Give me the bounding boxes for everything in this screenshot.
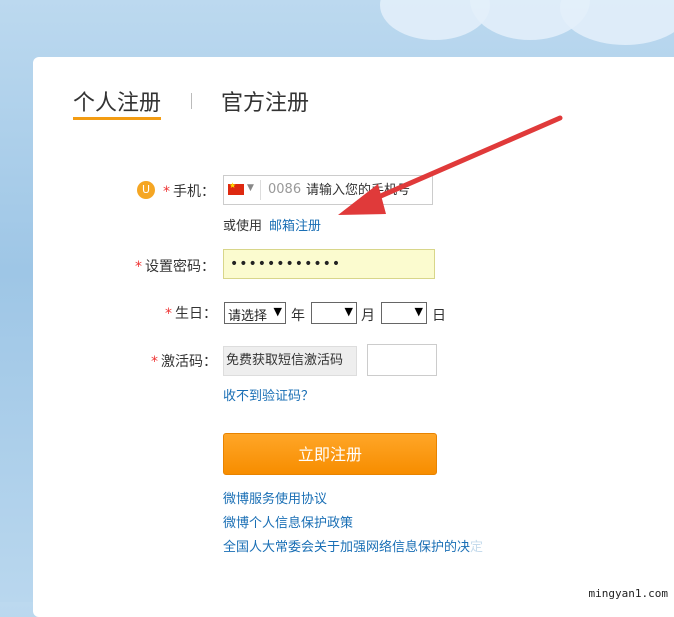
required-star: *	[165, 306, 172, 322]
required-star: *	[151, 354, 158, 370]
get-sms-code-button[interactable]: 免费获取短信激活码	[223, 346, 357, 376]
required-star: *	[135, 259, 142, 275]
active-tab-underline	[73, 117, 162, 120]
no-code-link[interactable]: 收不到验证码？	[223, 385, 314, 404]
network-info-decision-link[interactable]: 全国人大常委会关于加强网络信息保护的决定	[223, 536, 483, 555]
privacy-policy-link[interactable]: 微博个人信息保护政策	[223, 512, 353, 531]
birth-month-select[interactable]: ▼	[311, 302, 357, 324]
password-label: * 设置密码：	[135, 259, 215, 275]
dropdown-arrow-icon: ▼	[344, 305, 353, 318]
tab-personal-label: 个人注册	[73, 91, 162, 116]
dropdown-arrow-icon: ▼	[414, 305, 423, 318]
country-code: 0086	[268, 182, 302, 197]
blur-overlay	[470, 535, 670, 585]
divider	[260, 180, 261, 200]
cloud	[560, 0, 674, 45]
email-register-prefix: 或使用	[223, 219, 263, 234]
tab-divider	[191, 93, 192, 109]
email-register-link[interactable]: 邮箱注册	[269, 215, 321, 234]
tab-official-label: 官方注册	[221, 91, 310, 116]
required-star: *	[163, 184, 170, 200]
activation-label: * 激活码：	[151, 354, 217, 370]
service-agreement-link[interactable]: 微博服务使用协议	[223, 488, 327, 507]
birth-year-value: 请选择	[228, 309, 268, 324]
tab-personal-register[interactable]: 个人注册	[73, 85, 162, 120]
activation-code-input[interactable]	[367, 344, 437, 376]
watermark: mingyan1.com	[586, 587, 670, 600]
phone-label: * 手机：	[163, 184, 215, 200]
china-flag-icon[interactable]	[228, 181, 244, 195]
year-unit: 年	[291, 308, 305, 324]
month-unit: 月	[361, 308, 375, 324]
day-unit: 日	[432, 308, 446, 324]
password-input[interactable]	[223, 249, 435, 279]
register-submit-button[interactable]: 立即注册	[223, 433, 437, 475]
birth-day-select[interactable]: ▼	[381, 302, 427, 324]
chevron-down-icon[interactable]: ▼	[247, 183, 254, 193]
phone-tip-icon[interactable]: U	[137, 181, 155, 199]
phone-field: ▼ 0086	[223, 175, 433, 205]
phone-input[interactable]	[306, 178, 428, 202]
tab-official-register[interactable]: 官方注册	[221, 85, 309, 117]
registration-card: 个人注册 官方注册 U *手机： ▼ 0086 或使用 邮箱注册 *设置密码： …	[33, 57, 674, 617]
dropdown-arrow-icon: ▼	[273, 305, 282, 318]
birthday-label: * 生日：	[165, 306, 217, 322]
birth-year-select[interactable]: 请选择 ▼	[224, 302, 286, 324]
